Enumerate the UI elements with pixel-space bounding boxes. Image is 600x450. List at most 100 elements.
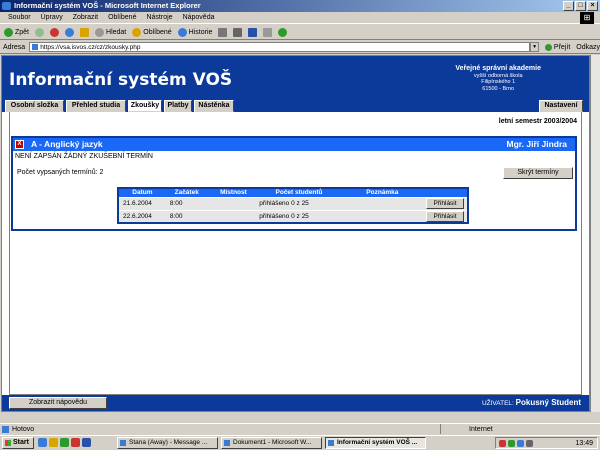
forward-button[interactable] — [35, 27, 45, 37]
system-tray: 13:49 — [495, 437, 598, 449]
search-button[interactable]: Hledat — [95, 27, 127, 37]
tab-personal[interactable]: Osobní složka — [5, 100, 64, 112]
minimize-icon[interactable]: _ — [563, 1, 574, 11]
close-icon[interactable]: X — [15, 140, 24, 149]
stop-icon[interactable] — [50, 27, 60, 37]
edit-icon[interactable] — [248, 27, 258, 37]
task-word[interactable]: Dokument1 - Microsoft W... — [221, 437, 322, 449]
task-messenger[interactable]: Stana (Away) - Message ... — [117, 437, 218, 449]
tray-network-icon[interactable] — [517, 440, 524, 447]
user-label: UŽIVATEL: — [481, 400, 514, 407]
go-button[interactable]: Přejít — [544, 43, 570, 51]
back-arrow-icon — [4, 27, 13, 37]
column-header: Místnost — [207, 188, 260, 197]
quick-launch — [38, 438, 91, 447]
nav-tabs: Osobní složka Přehled studia Zkoušky Pla… — [2, 99, 589, 112]
term-note — [338, 196, 426, 210]
term-start: 8:00 — [165, 196, 208, 210]
column-header: Poznámka — [338, 188, 426, 197]
mail-icon[interactable] — [218, 27, 228, 37]
task-ie[interactable]: Informační systém VOŠ ... — [325, 437, 426, 449]
clock: 13:49 — [575, 440, 593, 447]
term-action-cell: Přihlásit — [426, 209, 468, 223]
site-header: Informační systém VOŠ Veřejné správní ak… — [2, 56, 589, 99]
history-button[interactable]: Historie — [177, 27, 212, 37]
menu-view[interactable]: Zobrazit — [73, 14, 98, 21]
term-students: přihlášeno 0 z 25 — [259, 196, 339, 210]
tab-noticeboard[interactable]: Nástěnka — [194, 100, 234, 112]
app-quicklaunch-icon[interactable] — [71, 438, 80, 447]
table-row: 21.6.2004 8:00 přihlášeno 0 z 25 Přihlás… — [118, 196, 468, 210]
menu-tools[interactable]: Nástroje — [146, 14, 172, 21]
site-footer: Zobrazit nápovědu UŽIVATEL: Pokusný Stud… — [2, 395, 589, 411]
discuss-icon[interactable] — [263, 27, 273, 37]
messenger-icon[interactable] — [278, 27, 288, 37]
menu-file[interactable]: Soubor — [8, 14, 31, 21]
column-header: Počet studentů — [259, 188, 339, 197]
address-bar: Adresa https://vsa.isvos.cz/cz/zkousky.p… — [0, 41, 600, 54]
page-viewport: Informační systém VOŠ Veřejné správní ak… — [1, 55, 590, 412]
exams-content: letní semestr 2003/2004 X A - Anglický j… — [9, 112, 582, 395]
taskbar: Start Stana (Away) - Message ... Dokumen… — [0, 435, 600, 450]
course-header: X A - Anglický jazyk Mgr. Jiří Jindra — [13, 138, 575, 151]
menu-favorites[interactable]: Oblíbené — [108, 14, 136, 21]
refresh-icon[interactable] — [65, 27, 75, 37]
course-panel: X A - Anglický jazyk Mgr. Jiří Jindra NE… — [11, 136, 577, 231]
no-term-notice: NENÍ ZAPSÁN ŽÁDNÝ ZKUŠEBNÍ TERMÍN — [15, 153, 153, 160]
close-icon[interactable]: × — [587, 1, 598, 11]
ie-icon — [2, 2, 11, 10]
term-start: 8:00 — [165, 209, 208, 223]
term-action-cell: Přihlásit — [426, 196, 468, 210]
zone-indicator: Internet — [440, 424, 600, 434]
desktop-quicklaunch-icon[interactable] — [60, 438, 69, 447]
browser-toolbar: Zpět Hledat Oblíbené Historie — [0, 25, 600, 40]
term-date: 22.6.2004 — [118, 209, 166, 223]
table-row: 22.6.2004 8:00 přihlášeno 0 z 25 Přihlás… — [118, 209, 468, 223]
table-header-row: Datum Začátek Místnost Počet studentů Po… — [118, 188, 468, 197]
vertical-scrollbar[interactable] — [590, 55, 600, 412]
tray-icons — [499, 440, 533, 447]
windows-logo-icon: ⊞ — [580, 12, 594, 24]
ie-quicklaunch-icon[interactable] — [38, 438, 47, 447]
menu-help[interactable]: Nápověda — [183, 14, 215, 21]
tray-messenger-icon[interactable] — [508, 440, 515, 447]
tray-volume-icon[interactable] — [526, 440, 533, 447]
search-label: Hledat — [106, 28, 127, 36]
window-titlebar: Informační systém VOŠ - Microsoft Intern… — [0, 0, 600, 12]
favorites-icon — [132, 27, 142, 37]
start-button[interactable]: Start — [2, 437, 34, 449]
url-input[interactable]: https://vsa.isvos.cz/cz/zkousky.php — [29, 42, 531, 52]
tab-payments[interactable]: Platby — [164, 100, 192, 112]
column-header: Začátek — [165, 188, 208, 197]
status-text: Hotovo — [0, 424, 440, 434]
hide-terms-button[interactable]: Skrýt termíny — [503, 167, 573, 179]
course-name: A - Anglický jazyk — [31, 139, 103, 149]
back-button[interactable]: Zpět — [4, 27, 30, 37]
print-icon[interactable] — [233, 27, 243, 37]
outlook-quicklaunch-icon[interactable] — [49, 438, 58, 447]
window-controls: _ □ × — [563, 1, 598, 11]
tray-app-icon[interactable] — [499, 440, 506, 447]
semester-label: letní semestr 2003/2004 — [498, 118, 577, 125]
signup-button[interactable]: Přihlásit — [426, 210, 464, 222]
show-help-button[interactable]: Zobrazit nápovědu — [9, 397, 107, 409]
terms-table: Datum Začátek Místnost Počet studentů Po… — [117, 187, 469, 224]
forward-arrow-icon — [35, 27, 45, 37]
favorites-label: Oblíbené — [143, 28, 172, 36]
tab-study-overview[interactable]: Přehled studia — [66, 100, 126, 112]
window-title: Informační systém VOŠ - Microsoft Intern… — [14, 1, 201, 10]
word-quicklaunch-icon[interactable] — [82, 438, 91, 447]
favorites-button[interactable]: Oblíbené — [132, 27, 172, 37]
address-dropdown-icon[interactable]: ▼ — [530, 42, 539, 52]
menu-edit[interactable]: Úpravy — [41, 14, 63, 21]
column-header-action — [426, 188, 468, 197]
tab-settings[interactable]: Nastavení — [539, 100, 583, 112]
maximize-icon[interactable]: □ — [575, 1, 586, 11]
home-icon[interactable] — [80, 27, 90, 37]
signup-button[interactable]: Přihlásit — [426, 198, 464, 209]
tab-exams[interactable]: Zkoušky — [128, 100, 162, 112]
teacher-name: Mgr. Jiří Jindra — [506, 139, 567, 149]
links-button[interactable]: Odkazy — [576, 44, 600, 51]
term-note — [338, 209, 426, 223]
back-label: Zpět — [15, 28, 30, 36]
